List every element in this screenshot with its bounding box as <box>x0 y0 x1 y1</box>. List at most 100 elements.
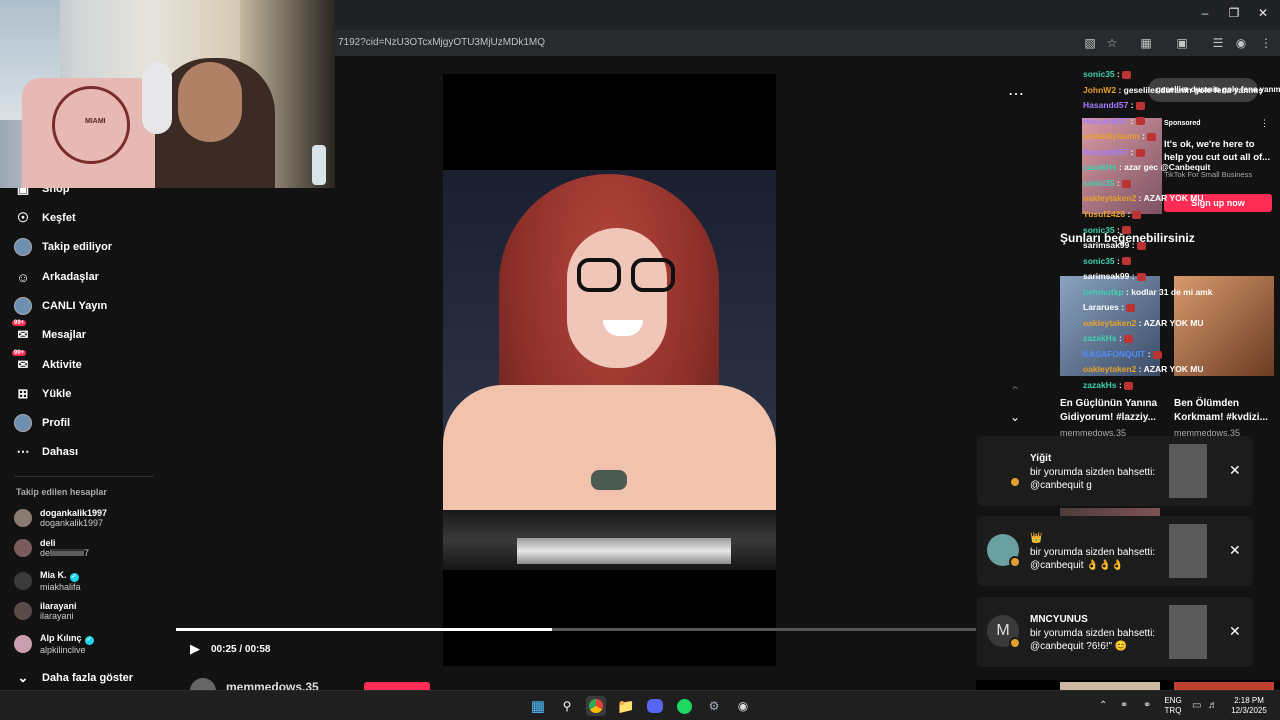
ad-more-icon[interactable]: ⋮ <box>1260 118 1269 129</box>
file-explorer-icon[interactable]: 📁 <box>616 696 636 716</box>
close-icon[interactable]: ✕ <box>1229 462 1241 479</box>
rec-thumbnail[interactable] <box>1174 682 1274 690</box>
chat-message: KASAFONQUIT : <box>1083 349 1162 359</box>
clock[interactable]: 2:18 PM 12/3/2025 <box>1226 696 1272 716</box>
minimize-icon[interactable]: – <box>1190 6 1220 20</box>
chat-username: JohnW2 <box>1083 84 1117 95</box>
restore-icon[interactable]: ❐ <box>1219 6 1249 20</box>
emote-icon <box>1135 101 1145 110</box>
avatar[interactable] <box>987 534 1021 568</box>
close-icon[interactable]: ✕ <box>1229 542 1241 559</box>
video-progress-bar[interactable] <box>176 628 976 631</box>
discord-icon[interactable] <box>645 696 665 716</box>
display-icon[interactable]: ▭ <box>1192 700 1201 711</box>
url-text[interactable]: 7192?cid=NzU3OTcxMjgyOTU3MjUzMDk1MQ <box>338 37 545 48</box>
author-name[interactable]: memmedows.35 <box>226 680 319 690</box>
sidebar-item[interactable]: ☺ Arkadaşlar <box>14 268 99 286</box>
rec-thumbnail[interactable] <box>1060 682 1160 690</box>
bookmark-star-icon[interactable]: ☆ <box>1104 35 1120 51</box>
notification-thumbnail[interactable] <box>1169 524 1207 578</box>
account-name: Mia K. ✓ <box>40 570 81 582</box>
sidebar-item[interactable]: CANLI Yayın <box>14 297 107 315</box>
account-handle: deliiiiiiiiiiiiiiii7 <box>40 548 90 558</box>
follow-button[interactable] <box>364 682 430 690</box>
ad-headline[interactable]: It's ok, we're here to help you cut out … <box>1164 138 1274 164</box>
followed-account[interactable]: deli deliiiiiiiiiiiiiiii7 <box>14 538 89 558</box>
windows-start-icon[interactable]: ▦ <box>528 696 548 716</box>
microphone-icon[interactable]: ⚭ <box>1143 700 1151 711</box>
media-icon[interactable]: ☰ <box>1210 35 1226 51</box>
notification-thumbnail[interactable] <box>1169 605 1207 659</box>
video-subject-blouse <box>443 385 776 510</box>
followed-account[interactable]: ilarayani ilarayani <box>14 601 77 621</box>
chrome-icon[interactable] <box>586 696 606 716</box>
notification-message: bir yorumda sizden bahsetti: @canbequit 👌… <box>1030 546 1155 572</box>
show-more-label: Daha fazla göster <box>42 672 134 684</box>
sidebar-item[interactable]: ✉ 99+ Aktivite <box>12 350 82 374</box>
notification-badge: 99+ <box>12 320 27 326</box>
chat-text: : <box>1147 348 1151 359</box>
show-more-button[interactable]: ⌄ Daha fazla göster <box>14 669 134 687</box>
tray-chevron-up-icon[interactable]: ⌃ <box>1099 700 1107 711</box>
emote-icon <box>1121 70 1131 79</box>
avatar[interactable] <box>987 454 1021 488</box>
notification-card[interactable]: Yiğit bir yorumda sizden bahsetti: @canbeq… <box>977 436 1253 506</box>
notification-thumbnail[interactable] <box>1169 444 1207 498</box>
profile-icon[interactable]: ◉ <box>1233 35 1249 51</box>
extensions-icon[interactable]: ▦ <box>1138 35 1154 51</box>
settings-gear-icon[interactable]: ⚙ <box>704 696 724 716</box>
sidebar-item-label: Keşfet <box>42 212 76 224</box>
chat-text: : <box>1117 69 1120 79</box>
close-icon[interactable]: ✕ <box>1229 623 1241 640</box>
language-indicator[interactable]: ENG TRQ <box>1162 696 1184 716</box>
play-icon[interactable]: ▶ <box>190 641 200 657</box>
volume-icon[interactable]: ♬ <box>1208 700 1218 711</box>
close-window-icon[interactable]: ✕ <box>1248 6 1278 20</box>
messages-icon: ✉ 99+ <box>12 320 29 342</box>
status-dot-icon <box>1009 556 1021 568</box>
avatar <box>14 297 32 315</box>
followed-account[interactable]: Alp Kılınç ✓ alpkilinclive <box>14 633 94 655</box>
emote-icon <box>1136 241 1146 250</box>
followed-account[interactable]: dogankalik1997 dogankalik1997 <box>14 508 107 528</box>
install-app-icon[interactable]: ▧ <box>1082 35 1098 51</box>
sidebar-item[interactable]: ✉ 99+ Mesajlar <box>12 320 86 344</box>
author-row: memmedows.35 <box>176 676 976 690</box>
sidebar-item[interactable]: ⋯ Dahası <box>14 443 79 461</box>
emote-icon <box>1152 350 1162 359</box>
sidebar-item-label: Yükle <box>42 388 72 400</box>
headset-icon <box>142 62 172 134</box>
notification-card[interactable]: 👑 bir yorumda sizden bahsetti: @canbequit … <box>977 516 1253 586</box>
webcam-streamer-head <box>178 62 242 142</box>
spotify-icon[interactable] <box>674 696 694 716</box>
sidebar-item[interactable]: Profil <box>14 414 70 432</box>
followed-account[interactable]: Mia K. ✓ miakhalifa <box>14 570 81 592</box>
tray-network-app-icon[interactable]: ⚭ <box>1120 700 1128 711</box>
chat-message: sarimsak99 : <box>1083 271 1146 281</box>
webcam-chair-logo <box>52 86 130 164</box>
sidebar-item[interactable]: ⊞ Yükle <box>14 385 72 403</box>
author-avatar[interactable] <box>190 678 216 690</box>
search-icon[interactable]: ⚲ <box>557 696 577 716</box>
account-name-text: ilarayani <box>40 601 77 611</box>
browser-menu-icon[interactable]: ⋮ <box>1258 35 1274 51</box>
chevron-up-icon[interactable]: ⌃ <box>1010 384 1020 398</box>
chevron-down-icon[interactable]: ⌄ <box>1010 410 1020 424</box>
notification-card[interactable]: M MNCYUNUS bir yorumda sizden bahsetti: @ca… <box>977 597 1253 667</box>
rec-caption[interactable]: En Güçlünün Yanına Gidiyorum! #lazziy... <box>1060 397 1160 425</box>
sidebar-item[interactable]: Takip ediliyor <box>14 238 112 256</box>
chat-message: sonic35 : <box>1083 69 1131 79</box>
obs-icon[interactable]: ◉ <box>733 696 753 716</box>
emote-icon <box>1126 304 1136 312</box>
avatar[interactable]: M <box>987 615 1021 649</box>
account-handle: ilarayani <box>40 611 74 621</box>
rec-caption[interactable]: Ben Ölümden Korkmam! #kvdizi... <box>1174 397 1274 425</box>
status-dot-icon <box>1009 476 1021 488</box>
notification-badge: 99+ <box>12 350 27 356</box>
more-options-icon[interactable]: ⋯ <box>1008 84 1024 104</box>
sidepanel-icon[interactable]: ▣ <box>1174 35 1190 51</box>
video-content[interactable] <box>443 170 776 570</box>
avatar <box>14 602 32 620</box>
account-text: Mia K. ✓ miakhalifa <box>40 570 81 592</box>
sidebar-item[interactable]: ☉ Keşfet <box>14 209 76 227</box>
